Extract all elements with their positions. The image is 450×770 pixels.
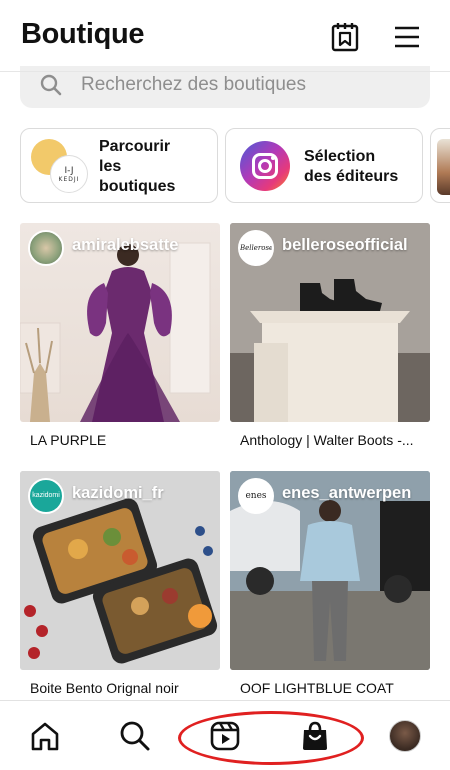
profile-avatar[interactable] [389,720,421,752]
chip-line: Sélection [304,148,376,165]
search-input[interactable]: Recherchez des boutiques [20,66,430,108]
home-icon[interactable] [29,720,61,752]
shop-handle[interactable]: enes_antwerpen [282,484,411,503]
search-placeholder: Recherchez des boutiques [81,74,306,95]
search-icon [40,74,62,96]
shop-logo-text: I-J [64,165,74,176]
header-divider [0,71,450,72]
shop-avatar-text: kazidomi [32,492,60,499]
bottom-nav [0,701,450,770]
browse-shops-chip[interactable]: I-J KEDJI Parcourir les boutiques [20,128,218,203]
menu-icon[interactable] [393,25,421,49]
shop-logo: I-J KEDJI [50,155,88,193]
shop-avatar: enes [238,478,274,514]
product-caption: LA PURPLE [30,432,107,448]
product-caption: OOF LIGHTBLUE COAT [240,680,394,696]
product-caption: Boite Bento Orignal noir [30,680,179,696]
shop-handle[interactable]: kazidomi_fr [72,484,164,503]
chip-line: Parcourir [99,138,171,155]
page-title: Boutique [21,18,145,50]
editors-pick-label: Sélection des éditeurs [304,147,398,187]
shop-chips: I-J KEDJI Parcourir les boutiques Sélect… [0,128,450,204]
shop-avatar-text: enes [245,491,267,501]
product-caption: Anthology | Walter Boots -... [240,432,414,448]
more-chip[interactable] [430,128,450,203]
wishlist-icon[interactable] [331,22,359,52]
shop-logo-subtext: KEDJI [58,175,80,183]
search-icon[interactable] [119,720,151,752]
shop-handle[interactable]: amiralebsatte [72,236,178,255]
editors-pick-chip[interactable]: Sélection des éditeurs [225,128,423,203]
chip-line: des éditeurs [304,168,399,185]
chip-line: boutiques [99,178,176,195]
instagram-icon [240,141,290,191]
shop-avatar: Bellerose [238,230,274,266]
chip-thumbnail [437,139,450,195]
shop-avatar: kazidomi [28,478,64,514]
highlight-annotation [178,711,364,765]
shop-handle[interactable]: belleroseofficial [282,236,408,255]
browse-shops-label: Parcourir les boutiques [99,137,175,197]
shop-avatar-text: Bellerose [240,244,274,252]
header: Boutique [0,0,450,72]
chip-line: les [99,158,122,175]
shop-avatar [28,230,64,266]
